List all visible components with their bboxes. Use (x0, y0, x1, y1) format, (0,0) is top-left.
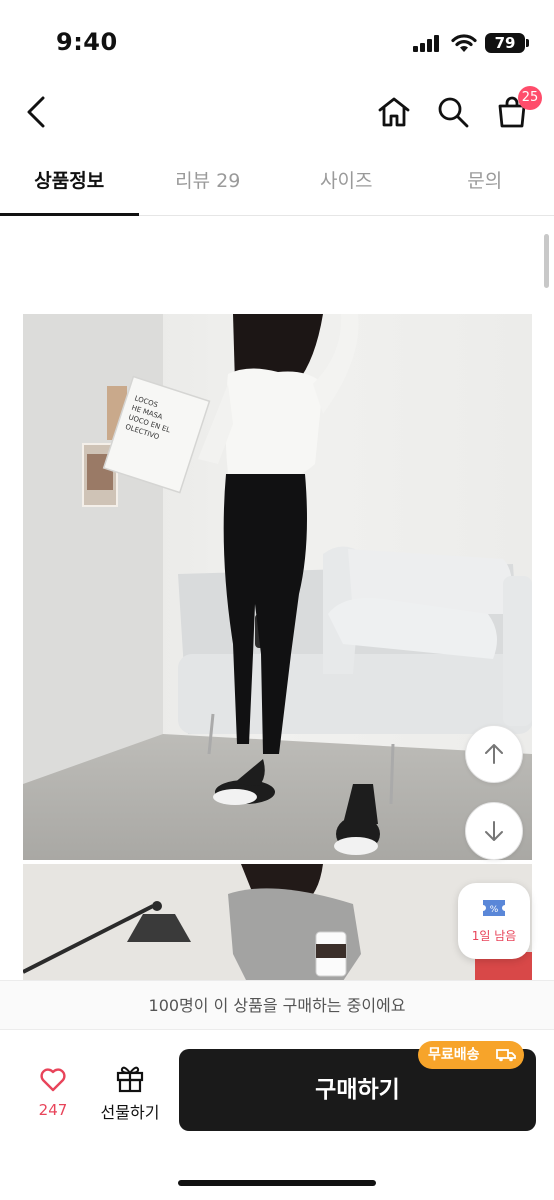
status-time: 9:40 (56, 28, 118, 56)
scroll-up-button[interactable] (465, 725, 523, 783)
home-icon (378, 97, 410, 127)
svg-text:%: % (490, 905, 499, 915)
gift-label: 선물하기 (100, 1103, 160, 1122)
search-icon (438, 97, 469, 128)
top-nav (0, 80, 554, 144)
coupon-button[interactable]: % 1일 남음 (458, 883, 530, 959)
product-photo-model-gray-top (23, 864, 532, 984)
purchase-activity-notice: 100명이 이 상품을 구매하는 중이에요 (0, 980, 554, 1030)
arrow-up-icon (485, 744, 503, 764)
search-button[interactable] (431, 90, 475, 134)
like-count: 247 (38, 1101, 68, 1119)
product-photo-model-jeans: LOCOS HE MASA UOCO EN EL OLECTIVO (23, 314, 532, 860)
product-tabs: 상품정보 리뷰 29 사이즈 문의 (0, 150, 554, 216)
home-indicator[interactable] (178, 1180, 376, 1186)
tab-product-info[interactable]: 상품정보 (0, 150, 139, 216)
truck-icon (496, 1049, 516, 1062)
back-button[interactable] (14, 90, 58, 134)
tab-size[interactable]: 사이즈 (277, 150, 416, 215)
coupon-icon: % (483, 900, 505, 916)
battery-indicator: 79 (485, 33, 525, 53)
scrollbar[interactable] (544, 234, 549, 288)
like-button[interactable]: 247 (24, 1063, 82, 1123)
product-image-1: LOCOS HE MASA UOCO EN EL OLECTIVO (23, 314, 532, 860)
product-image-2 (23, 864, 532, 984)
gift-icon (116, 1066, 144, 1093)
chevron-left-icon (27, 96, 45, 128)
tab-reviews[interactable]: 리뷰 29 (139, 150, 278, 215)
heart-icon (40, 1068, 66, 1092)
arrow-down-icon (485, 821, 503, 841)
free-shipping-badge: 무료배송 (418, 1041, 524, 1069)
wifi-icon (451, 34, 477, 52)
product-page: 9:40 79 25 상품정보 리뷰 29 사이즈 문의 LOCOS HE MA… (0, 0, 554, 1200)
coupon-remaining-label: 1일 남음 (471, 929, 517, 943)
cellular-signal-icon (413, 34, 443, 52)
free-shipping-label: 무료배송 (428, 1047, 480, 1063)
scroll-down-button[interactable] (465, 802, 523, 860)
tab-inquiry[interactable]: 문의 (416, 150, 554, 215)
status-bar: 9:40 79 (0, 0, 554, 80)
gift-button[interactable]: 선물하기 (96, 1061, 164, 1123)
battery-tip (526, 39, 529, 47)
cart-count-badge: 25 (518, 86, 542, 110)
home-button[interactable] (372, 90, 416, 134)
